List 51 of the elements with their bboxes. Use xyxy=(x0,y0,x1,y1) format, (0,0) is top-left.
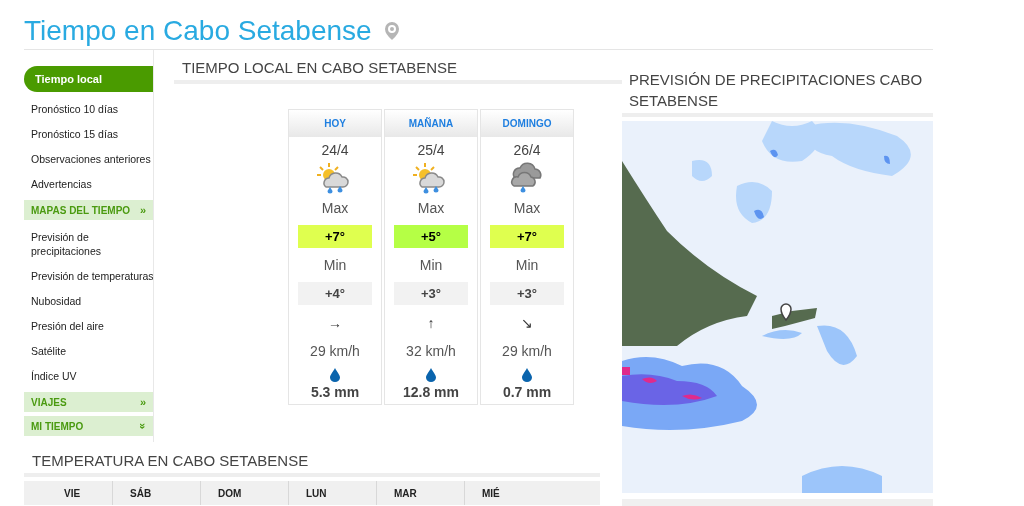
sidebar-item[interactable]: Índice UV xyxy=(24,363,153,388)
max-temperature: +5° xyxy=(394,225,468,248)
forecast-date: 25/4 xyxy=(417,142,445,158)
sidebar-item[interactable]: Nubosidad xyxy=(24,288,153,313)
table-header-cell: SÁB xyxy=(112,481,200,505)
sidebar-item[interactable]: Previsión de precipitaciones xyxy=(24,224,134,263)
min-label: Min xyxy=(419,257,443,273)
table-header-cell: MAR xyxy=(376,481,464,505)
forecast-date: 24/4 xyxy=(321,142,349,158)
max-label: Max xyxy=(513,200,541,216)
precipitation-amount: 5.3 mm xyxy=(310,384,360,400)
min-temperature: +3° xyxy=(490,282,564,305)
min-temperature: +3° xyxy=(394,282,468,305)
page-title: Tiempo en Cabo Setabense xyxy=(24,14,372,47)
section-heading: TEMPERATURA EN CABO SETABENSE xyxy=(24,452,600,477)
sidebar-item[interactable]: Pronóstico 10 días xyxy=(24,96,153,121)
raindrop-icon xyxy=(522,368,532,382)
sidebar-item[interactable]: Presión del aire xyxy=(24,313,153,338)
max-label: Max xyxy=(417,200,445,216)
max-temperature: +7° xyxy=(298,225,372,248)
chevron-icon: » xyxy=(139,204,146,216)
min-label: Min xyxy=(323,257,347,273)
wind-direction-arrow: ↑ xyxy=(427,315,435,331)
min-temperature: +4° xyxy=(298,282,372,305)
precipitation-amount: 12.8 mm xyxy=(402,384,459,400)
wind-speed: 32 km/h xyxy=(406,343,456,359)
wind-direction-arrow: → xyxy=(328,315,342,331)
sidebar-item[interactable]: Satélite xyxy=(24,338,153,363)
table-header-cell: MIÉ xyxy=(464,481,552,505)
sidebar-item[interactable]: Previsión de temperaturas xyxy=(24,263,153,288)
raindrop-icon xyxy=(330,368,340,382)
wind-speed: 29 km/h xyxy=(502,343,552,359)
sidebar-item[interactable]: Pronóstico 15 días xyxy=(24,121,153,146)
table-header-cell: LUN xyxy=(288,481,376,505)
sidebar-item[interactable]: Observaciones anteriores xyxy=(24,146,153,171)
wind-direction-arrow: ↘ xyxy=(521,315,533,331)
table-header-cell-text: VIE xyxy=(63,486,82,501)
max-label: Max xyxy=(321,200,349,216)
chevron-icon: » xyxy=(139,396,146,408)
table-header-cell: DOM xyxy=(200,481,288,505)
raindrop-icon xyxy=(426,368,436,382)
sidebar-item[interactable]: Advertencias xyxy=(24,171,153,196)
sidebar-item[interactable]: Tiempo local xyxy=(24,66,153,92)
min-label: Min xyxy=(515,257,539,273)
section-heading: TIEMPO LOCAL EN CABO SETABENSE xyxy=(174,50,622,84)
forecast-date: 26/4 xyxy=(513,142,541,158)
section-heading: PREVISIÓN DE PRECIPITACIONES CABO SETABENSE xyxy=(622,50,933,117)
chevron-icon: » xyxy=(136,422,149,430)
wind-speed: 29 km/h xyxy=(310,343,360,359)
max-temperature: +7° xyxy=(490,225,564,248)
precipitation-amount: 0.7 mm xyxy=(502,384,552,400)
